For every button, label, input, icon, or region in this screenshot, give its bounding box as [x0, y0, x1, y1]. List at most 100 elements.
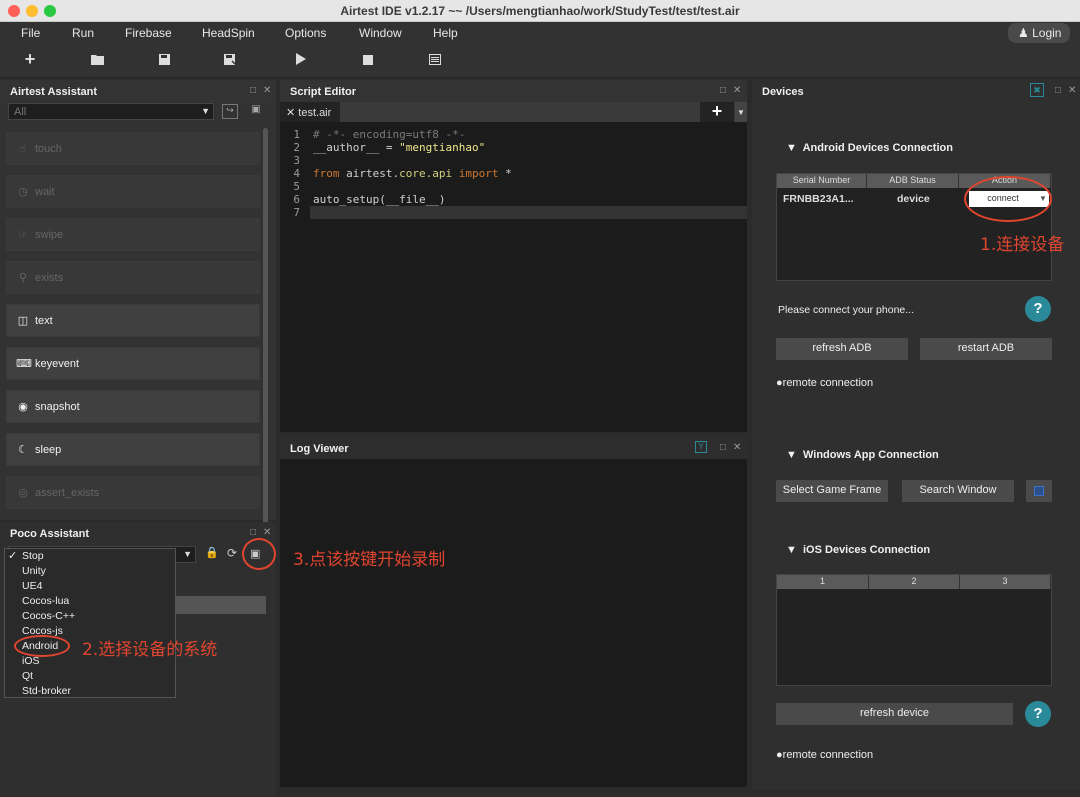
import-icon[interactable]: ↪: [222, 104, 238, 119]
save-as-icon[interactable]: [221, 52, 239, 68]
ios-section-title: ▼ iOS Devices Connection: [786, 544, 931, 556]
menu-options[interactable]: Options: [285, 26, 326, 40]
run-icon[interactable]: [292, 52, 310, 68]
menu-bar: File Run Firebase HeadSpin Options Windo…: [0, 22, 1080, 44]
ios-col-3: 3: [960, 575, 1051, 589]
text-icon: ◫: [17, 315, 29, 327]
code-keyword: import: [458, 167, 499, 180]
clock-icon: ◷: [18, 186, 28, 198]
annotation-step2: 2.选择设备的系统: [82, 640, 218, 660]
select-game-frame-button[interactable]: Select Game Frame: [776, 480, 888, 502]
code-module: core.api: [399, 167, 453, 180]
user-icon: ♟: [1018, 26, 1029, 40]
close-icon[interactable]: ✕: [733, 85, 741, 96]
annotation-oval-connect: [964, 176, 1052, 222]
help-icon[interactable]: ?: [1025, 701, 1051, 727]
ios-col-1: 1: [777, 575, 869, 589]
remote-connection-radio[interactable]: ●remote connection: [776, 377, 873, 389]
close-icon[interactable]: ✕: [263, 527, 271, 538]
chevron-down-icon[interactable]: ▼: [735, 102, 747, 122]
close-icon[interactable]: ✕: [1068, 85, 1076, 96]
chevron-down-icon: ▼: [201, 106, 210, 116]
new-tab-plus-icon[interactable]: +: [700, 102, 734, 122]
log-viewer-title: Log Viewer: [280, 437, 747, 459]
tab-label: test.air: [298, 107, 332, 119]
menu-run[interactable]: Run: [72, 26, 94, 40]
option-qt[interactable]: Qt: [22, 670, 33, 682]
refresh-icon[interactable]: ⟳: [227, 546, 241, 562]
log-icon[interactable]: [426, 52, 444, 68]
login-button[interactable]: ♟ Login: [1008, 23, 1070, 43]
api-button-touch[interactable]: ☝ touch: [6, 132, 260, 165]
api-button-snapshot[interactable]: ◉ snapshot: [6, 390, 260, 423]
api-filter-select[interactable]: All ▼: [8, 103, 214, 120]
option-unity[interactable]: Unity: [22, 565, 46, 577]
option-cocos-cpp[interactable]: Cocos-C++: [22, 610, 75, 622]
float-icon[interactable]: □: [250, 85, 256, 96]
float-icon[interactable]: □: [250, 527, 256, 538]
connect-hint: Please connect your phone...: [778, 304, 915, 316]
toolbar: +: [0, 44, 1080, 78]
api-button-sleep[interactable]: ☾ sleep: [6, 433, 260, 466]
filter-icon[interactable]: Y: [695, 441, 707, 453]
remote-connection-label: remote connection: [782, 749, 874, 761]
float-icon[interactable]: □: [720, 442, 726, 453]
airtest-assistant-title: Airtest Assistant: [0, 80, 276, 102]
api-button-text[interactable]: ◫ text: [6, 304, 260, 337]
api-button-swipe[interactable]: ☞ swipe: [6, 218, 260, 251]
option-cocos-lua[interactable]: Cocos-lua: [22, 595, 69, 607]
editor-tab-strip: ✕ test.air + ▼: [280, 102, 747, 122]
chevron-down-icon: ▼: [183, 549, 192, 559]
close-icon[interactable]: ✕: [733, 442, 741, 453]
line-number: 2: [293, 141, 300, 154]
menu-help[interactable]: Help: [433, 26, 458, 40]
refresh-adb-button[interactable]: refresh ADB: [776, 338, 908, 360]
code-area[interactable]: 1 2 3 4 5 6 7 # -*- encoding=utf8 -*- __…: [280, 122, 747, 432]
api-button-label: exists: [35, 272, 64, 284]
search-window-button[interactable]: Search Window: [902, 480, 1014, 502]
checkmark-icon: ✓: [8, 550, 18, 562]
swipe-icon: ☞: [18, 229, 28, 241]
lock-icon[interactable]: 🔒: [205, 546, 219, 562]
ios-remote-connection-radio[interactable]: ●remote connection: [776, 749, 873, 761]
api-button-wait[interactable]: ◷ wait: [6, 175, 260, 208]
api-button-keyevent[interactable]: ⌨ keyevent: [6, 347, 260, 380]
api-button-assert-exists[interactable]: ◎ assert_exists: [6, 476, 260, 509]
close-tab-icon[interactable]: ✕: [286, 107, 295, 119]
poco-assistant-title: Poco Assistant: [0, 522, 276, 544]
menu-window[interactable]: Window: [359, 26, 402, 40]
api-button-label: sleep: [35, 444, 62, 456]
device-status: device: [897, 193, 930, 205]
scrollbar[interactable]: [263, 128, 268, 538]
poco-tree-selected-row[interactable]: [174, 596, 266, 614]
api-button-label: touch: [35, 143, 62, 155]
api-button-exists[interactable]: ⚲ exists: [6, 261, 260, 294]
ios-section-label: iOS Devices Connection: [803, 544, 931, 556]
code-line-2: __author__ = "mengtianhao": [313, 141, 486, 154]
refresh-device-button[interactable]: refresh device: [776, 703, 1013, 725]
line-number: 3: [293, 154, 300, 167]
device-serial: FRNBB23A1...: [783, 193, 854, 205]
annotation-step3: 3.点该按键开始录制: [293, 550, 446, 570]
save-icon[interactable]: [155, 52, 173, 68]
option-std-broker[interactable]: Std-broker: [22, 685, 71, 697]
menu-file[interactable]: File: [21, 26, 40, 40]
option-ue4[interactable]: UE4: [22, 580, 42, 592]
float-icon[interactable]: □: [1055, 85, 1061, 96]
close-icon[interactable]: ✕: [263, 85, 271, 96]
stop-icon[interactable]: [359, 52, 377, 68]
restart-adb-button[interactable]: restart ADB: [920, 338, 1052, 360]
float-icon[interactable]: □: [720, 85, 726, 96]
window-title: Airtest IDE v1.2.17 ~~ /Users/mengtianha…: [340, 4, 740, 18]
windows-section-title: ▼ Windows App Connection: [786, 449, 939, 461]
menu-firebase[interactable]: Firebase: [125, 26, 172, 40]
window-picker-button[interactable]: [1026, 480, 1052, 502]
option-stop[interactable]: Stop: [22, 550, 44, 562]
plus-icon[interactable]: +: [21, 49, 39, 70]
menu-headspin[interactable]: HeadSpin: [202, 26, 255, 40]
record-icon[interactable]: ▣: [248, 104, 264, 119]
tools-icon[interactable]: ✖: [1030, 83, 1044, 97]
help-icon[interactable]: ?: [1025, 296, 1051, 322]
folder-open-icon[interactable]: [88, 52, 106, 68]
tab-test-air[interactable]: ✕ test.air: [280, 102, 340, 122]
